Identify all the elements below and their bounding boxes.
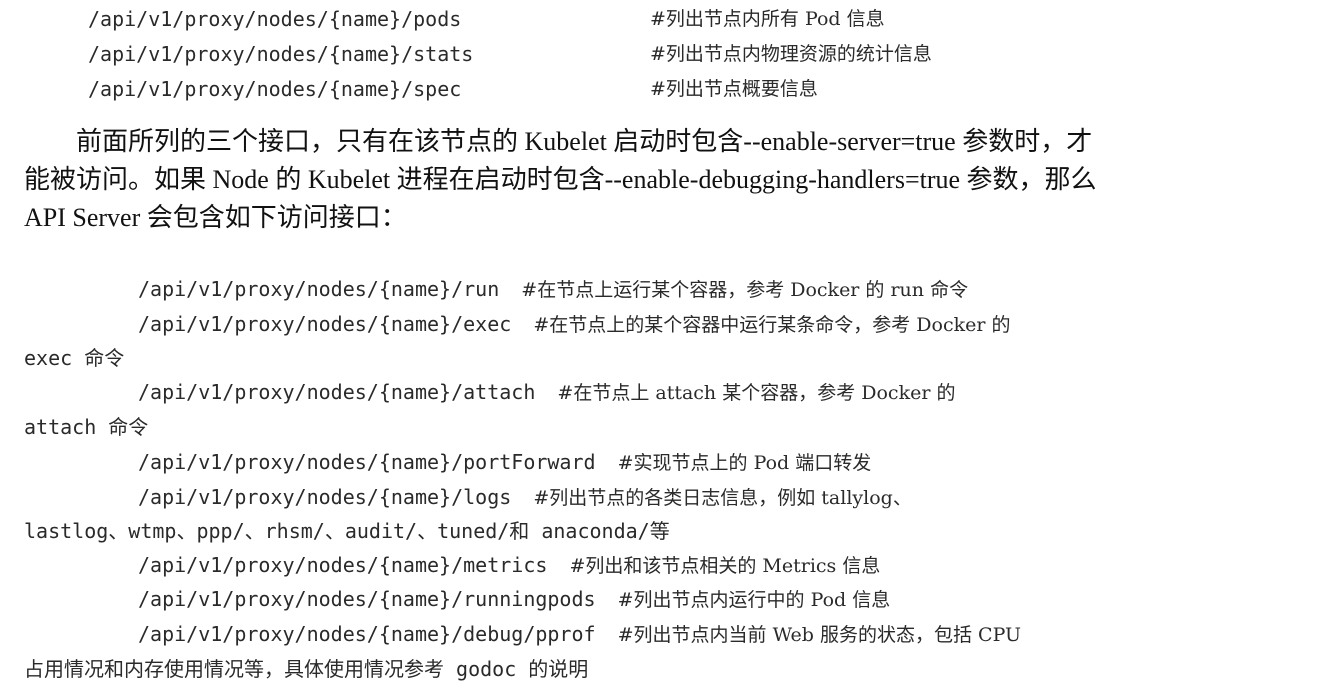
endpoint-path: /api/v1/proxy/nodes/{name}/exec (138, 312, 512, 336)
endpoint-comment: #列出节点概要信息 (650, 78, 818, 100)
endpoint-path: /api/v1/proxy/nodes/{name}/stats (88, 42, 474, 66)
endpoint-path: /api/v1/proxy/nodes/{name}/pods (88, 7, 462, 31)
endpoint-comment: #在节点上 attach 某个容器，参考 Docker 的 (557, 382, 956, 404)
paragraph-line: API Server 会包含如下访问接口： (24, 203, 407, 232)
code-line-attach-continuation: attach 命令 (24, 415, 149, 439)
code-line-logs: /api/v1/proxy/nodes/{name}/logs #列出节点的各类… (138, 482, 912, 513)
endpoint-comment: #列出节点内运行中的 Pod 信息 (617, 589, 891, 611)
code-line-portforward: /api/v1/proxy/nodes/{name}/portForward #… (138, 447, 871, 478)
code-line-logs-continuation: lastlog、wtmp、ppp/、rhsm/、audit/、tuned/和 a… (24, 519, 670, 543)
endpoint-path: /api/v1/proxy/nodes/{name}/run (138, 277, 500, 301)
endpoint-path: /api/v1/proxy/nodes/{name}/attach (138, 380, 536, 404)
endpoint-comment: #在节点上运行某个容器，参考 Docker 的 run 命令 (521, 279, 969, 301)
endpoint-comment: #列出和该节点相关的 Metrics 信息 (569, 555, 881, 577)
code-line-metrics: /api/v1/proxy/nodes/{name}/metrics #列出和该… (138, 550, 880, 581)
code-line-spec: /api/v1/proxy/nodes/{name}/spec #列出节点概要信… (88, 74, 818, 104)
endpoint-path: /api/v1/proxy/nodes/{name}/runningpods (138, 587, 596, 611)
code-line-exec-continuation: exec 命令 (24, 346, 125, 370)
code-line-stats: /api/v1/proxy/nodes/{name}/stats #列出节点内物… (88, 39, 932, 69)
code-line-exec: /api/v1/proxy/nodes/{name}/exec #在节点上的某个… (138, 309, 1010, 340)
endpoint-comment: #在节点上的某个容器中运行某条命令，参考 Docker 的 (533, 314, 1011, 336)
code-line-pprof: /api/v1/proxy/nodes/{name}/debug/pprof #… (138, 619, 1021, 650)
code-line-pods: /api/v1/proxy/nodes/{name}/pods #列出节点内所有… (88, 4, 885, 34)
endpoint-comment: #实现节点上的 Pod 端口转发 (617, 452, 872, 474)
endpoint-path: /api/v1/proxy/nodes/{name}/spec (88, 77, 462, 101)
code-line-attach: /api/v1/proxy/nodes/{name}/attach #在节点上 … (138, 377, 955, 408)
paragraph-line: 能被访问。如果 Node 的 Kubelet 进程在启动时包含--enable-… (24, 165, 1097, 194)
endpoint-path: /api/v1/proxy/nodes/{name}/debug/pprof (138, 622, 596, 646)
code-line-pprof-continuation: 占用情况和内存使用情况等，具体使用情况参考 godoc 的说明 (24, 657, 589, 681)
body-paragraph: 前面所列的三个接口，只有在该节点的 Kubelet 启动时包含--enable-… (24, 123, 1324, 237)
endpoint-path: /api/v1/proxy/nodes/{name}/logs (138, 485, 512, 509)
paragraph-line: 前面所列的三个接口，只有在该节点的 Kubelet 启动时包含--enable-… (76, 127, 1093, 156)
endpoint-path: /api/v1/proxy/nodes/{name}/metrics (138, 553, 548, 577)
endpoint-comment: #列出节点内所有 Pod 信息 (650, 8, 885, 30)
code-line-run: /api/v1/proxy/nodes/{name}/run #在节点上运行某个… (138, 274, 968, 305)
endpoint-comment: #列出节点内物理资源的统计信息 (650, 43, 932, 65)
document-page: /api/v1/proxy/nodes/{name}/pods #列出节点内所有… (0, 0, 1340, 696)
code-line-runningpods: /api/v1/proxy/nodes/{name}/runningpods #… (138, 584, 890, 615)
endpoint-comment: #列出节点内当前 Web 服务的状态，包括 CPU (617, 624, 1022, 646)
endpoint-comment: #列出节点的各类日志信息，例如 tallylog、 (533, 487, 912, 509)
endpoint-path: /api/v1/proxy/nodes/{name}/portForward (138, 450, 596, 474)
